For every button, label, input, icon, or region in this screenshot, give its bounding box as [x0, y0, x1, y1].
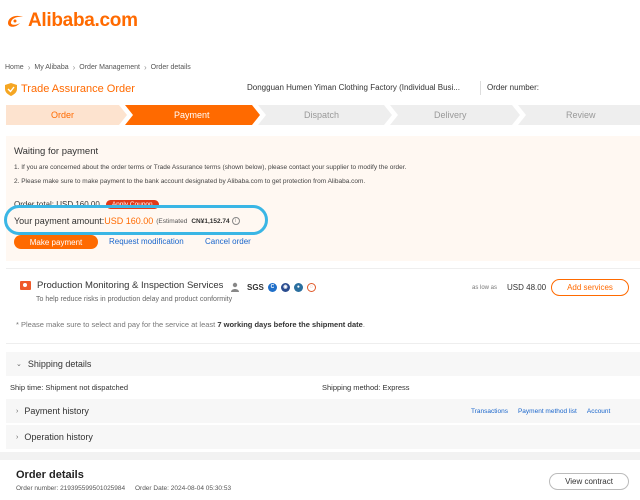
payment-method-list-link[interactable]: Payment method list [518, 408, 577, 415]
order-number: Order number: 219395599501025984 [16, 485, 126, 492]
trade-assurance-title: Trade Assurance Order [21, 83, 135, 95]
production-monitoring-title-row: Production Monitoring & Inspection Servi… [20, 280, 223, 291]
step-payment: Payment [174, 110, 210, 120]
section-gap [0, 452, 640, 460]
divider [480, 81, 481, 95]
transactions-link[interactable]: Transactions [471, 408, 508, 415]
sgs-logo: SGS [247, 282, 264, 292]
brand-name: Alibaba.com [28, 10, 138, 31]
make-payment-button[interactable]: Make payment [14, 235, 98, 249]
cert-c-icon: C [267, 282, 277, 292]
supplier-name[interactable]: Dongguan Humen Yiman Clothing Factory (I… [247, 83, 460, 92]
account-link[interactable]: Account [587, 408, 611, 415]
cancel-order-link[interactable]: Cancel order [205, 237, 251, 246]
step-review: Review [566, 110, 596, 120]
breadcrumb-chevron-icon: › [27, 63, 31, 72]
step-dispatch: Dispatch [304, 110, 340, 120]
shipping-details-title: Shipping details [27, 359, 92, 369]
cert-ring-icon: ◌ [306, 282, 316, 292]
shield-icon [5, 82, 17, 96]
shipping-details-header[interactable]: ⌄ Shipping details [6, 352, 640, 376]
ship-time: Ship time: Shipment not dispatched [10, 383, 128, 392]
camera-icon [20, 281, 31, 290]
breadcrumb-chevron-icon: › [72, 63, 76, 72]
view-contract-button[interactable]: View contract [549, 473, 629, 490]
certification-logos: SGS C ◉ ● ◌ [230, 282, 316, 292]
add-services-button[interactable]: Add services [551, 279, 629, 296]
production-monitoring-subtitle: To help reduce risks in production delay… [36, 296, 233, 303]
payment-note-1: 1. If you are concerned about the order … [14, 164, 407, 171]
as-low-as-label: as low as [472, 285, 498, 291]
service-note-bold: 7 working days before the shipment date [217, 320, 363, 329]
cert-globe-icon: ◉ [280, 282, 290, 292]
alibaba-logo[interactable]: Alibaba.com [6, 10, 138, 32]
breadcrumb: Home › My Alibaba › Order Management › O… [5, 63, 191, 72]
shipping-method: Shipping method: Express [322, 383, 410, 392]
order-progress: Order Payment Dispatch Delivery Review [6, 105, 640, 125]
step-order: Order [51, 110, 75, 120]
hand-drawn-highlight [4, 205, 268, 235]
payment-note-2: 2. Please make sure to make payment to t… [14, 178, 366, 185]
breadcrumb-home[interactable]: Home [5, 64, 24, 71]
breadcrumb-order-management[interactable]: Order Management [79, 64, 140, 71]
breadcrumb-chevron-icon: › [143, 63, 147, 72]
request-modification-link[interactable]: Request modification [109, 237, 184, 246]
service-price: USD 48.00 [507, 283, 547, 292]
operation-history-title: Operation history [24, 432, 93, 442]
payment-history-title: Payment history [24, 406, 89, 416]
inspector-icon [231, 282, 239, 292]
operation-history-row[interactable]: › Operation history [6, 425, 640, 449]
payment-panel [6, 136, 640, 261]
order-details-title: Order details [16, 469, 84, 481]
chevron-right-icon: › [16, 433, 19, 441]
service-note-text: * Please make sure to select and pay for… [16, 320, 218, 329]
order-details-meta: Order number: 219395599501025984 Order D… [16, 485, 231, 492]
alibaba-logo-icon [8, 15, 23, 27]
breadcrumb-order-details: Order details [150, 64, 191, 71]
payment-status: Waiting for payment [14, 146, 99, 157]
chevron-right-icon: › [16, 407, 19, 415]
order-number-label: Order number: [487, 83, 540, 92]
cert-badge-icon: ● [293, 282, 303, 292]
service-note: * Please make sure to select and pay for… [16, 320, 365, 329]
chevron-down-icon: ⌄ [16, 361, 22, 368]
production-monitoring-title: Production Monitoring & Inspection Servi… [37, 280, 224, 291]
payment-history-row[interactable]: › Payment history Transactions Payment m… [6, 399, 640, 423]
service-note-end: . [362, 320, 365, 329]
breadcrumb-my-alibaba[interactable]: My Alibaba [34, 64, 68, 71]
order-date: Order Date: 2024-08-04 05:30:53 [134, 485, 232, 492]
step-delivery: Delivery [434, 110, 467, 120]
